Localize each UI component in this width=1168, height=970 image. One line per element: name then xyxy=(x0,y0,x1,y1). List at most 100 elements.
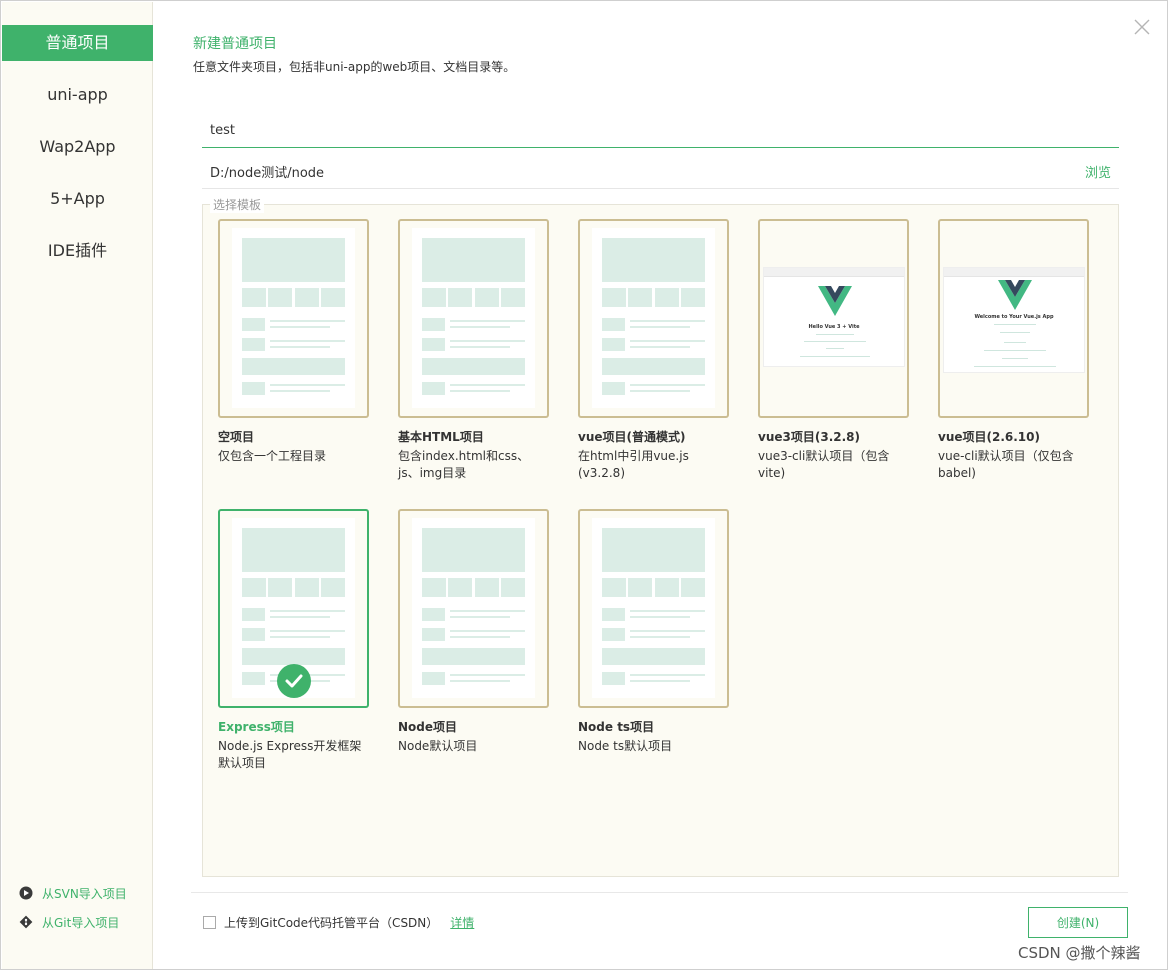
browser-bar xyxy=(764,268,904,277)
template-thumbnail: Welcome to Your Vue.js App xyxy=(938,219,1089,418)
thumbnail-block xyxy=(422,382,445,395)
vue-screenshot-text-line xyxy=(804,341,866,342)
sidebar-item-ide-plugin[interactable]: IDE插件 xyxy=(2,233,153,269)
new-project-dialog: 普通项目 uni-app Wap2App 5+App IDE插件 从SVN导入项… xyxy=(0,0,1168,970)
thumbnail-line xyxy=(270,340,345,342)
template-card-vue-normal[interactable]: vue项目(普通模式) 在html中引用vue.js (v3.2.8) xyxy=(578,219,729,482)
template-thumbnail xyxy=(578,219,729,418)
vue-screenshot-thumbnail: Welcome to Your Vue.js App xyxy=(943,267,1085,373)
template-card-express[interactable]: Express项目 Node.js Express开发框架默认项目 xyxy=(218,509,369,772)
thumbnail-line xyxy=(450,630,525,632)
thumbnail-block xyxy=(242,608,265,621)
thumbnail-line xyxy=(630,340,705,342)
thumbnail-block xyxy=(321,578,345,597)
template-card-node[interactable]: Node项目 Node默认项目 xyxy=(398,509,549,755)
close-icon[interactable] xyxy=(1133,18,1151,36)
thumbnail-block xyxy=(628,578,652,597)
thumbnail-block xyxy=(602,238,705,282)
thumbnail-block xyxy=(242,318,265,331)
template-thumbnail xyxy=(398,509,549,708)
thumbnail-line xyxy=(630,346,690,348)
thumbnail-block xyxy=(422,648,525,665)
thumbnail-line xyxy=(630,326,690,328)
thumbnail-line xyxy=(630,390,690,392)
vue-screenshot-text-line xyxy=(1004,342,1026,343)
upload-checkbox[interactable] xyxy=(203,916,216,929)
thumbnail-block xyxy=(475,578,499,597)
thumbnail-line xyxy=(450,390,510,392)
vue-screenshot-thumbnail: Hello Vue 3 + Vite xyxy=(763,267,905,367)
browser-bar xyxy=(944,268,1084,277)
thumbnail-block xyxy=(422,608,445,621)
project-name-input[interactable] xyxy=(202,114,1119,148)
thumbnail-block xyxy=(422,318,445,331)
thumbnail-block xyxy=(268,288,292,307)
sidebar-item-normal-project[interactable]: 普通项目 xyxy=(2,25,153,61)
thumbnail-block xyxy=(422,358,525,375)
thumbnail-line xyxy=(270,384,345,386)
vue-screenshot-text-line xyxy=(1002,358,1028,359)
thumbnail-block xyxy=(501,288,525,307)
vue-logo-icon xyxy=(818,286,852,316)
template-thumbnail xyxy=(578,509,729,708)
watermark-text: CSDN @撒个辣酱 xyxy=(1018,944,1141,962)
thumbnail-block xyxy=(602,382,625,395)
thumbnail-block xyxy=(242,358,345,375)
sidebar-item-wap2app[interactable]: Wap2App xyxy=(2,129,153,165)
sidebar-list: 普通项目 uni-app Wap2App 5+App IDE插件 xyxy=(2,25,153,285)
template-card-node-ts[interactable]: Node ts项目 Node ts默认项目 xyxy=(578,509,729,755)
thumbnail-block xyxy=(602,578,626,597)
vue-screenshot-text-line xyxy=(974,366,1056,367)
thumbnail-block xyxy=(448,578,472,597)
selected-check-icon xyxy=(277,664,311,698)
thumbnail-block xyxy=(242,288,266,307)
template-name: 空项目 xyxy=(218,430,255,444)
thumbnail-block xyxy=(242,578,266,597)
thumbnail-block xyxy=(242,648,345,665)
template-thumbnail-paper xyxy=(592,518,715,698)
template-name: 基本HTML项目 xyxy=(398,430,484,444)
thumbnail-block xyxy=(602,648,705,665)
thumbnail-line xyxy=(630,320,705,322)
project-path-field[interactable]: D:/node测试/node 浏览 xyxy=(202,155,1119,189)
template-card-vue2[interactable]: Welcome to Your Vue.js App vue项目(2.6.10) v… xyxy=(938,219,1089,482)
vue-screenshot-title: Welcome to Your Vue.js App xyxy=(974,314,1054,320)
thumbnail-block xyxy=(681,578,705,597)
template-card-empty[interactable]: 空项目 仅包含一个工程目录 xyxy=(218,219,369,465)
template-card-vue3[interactable]: Hello Vue 3 + Vite vue3项目(3.2.8) vue3-cli默… xyxy=(758,219,909,482)
upload-option: 上传到GitCode代码托管平台（CSDN） 详情 xyxy=(203,914,474,931)
thumbnail-line xyxy=(270,636,330,638)
thumbnail-line xyxy=(450,680,510,682)
template-name: vue3项目(3.2.8) xyxy=(758,430,860,444)
thumbnail-block xyxy=(422,288,446,307)
vue-screenshot-title: Hello Vue 3 + Vite xyxy=(808,324,860,330)
sidebar-import-links: 从SVN导入项目 从Git导入项目 xyxy=(19,883,127,941)
template-card-basic-html[interactable]: 基本HTML项目 包含index.html和css、js、img目录 xyxy=(398,219,549,482)
detail-link[interactable]: 详情 xyxy=(450,914,474,931)
upload-label: 上传到GitCode代码托管平台（CSDN） xyxy=(224,916,439,930)
thumbnail-block xyxy=(602,528,705,572)
browse-button[interactable]: 浏览 xyxy=(1085,162,1111,181)
thumbnail-line xyxy=(450,610,525,612)
template-thumbnail xyxy=(398,219,549,418)
import-svn-link[interactable]: 从SVN导入项目 xyxy=(19,883,127,903)
vue-screenshot-text-line xyxy=(994,324,1036,325)
template-thumbnail-paper xyxy=(232,228,355,408)
thumbnail-block xyxy=(681,288,705,307)
thumbnail-block xyxy=(602,628,625,641)
import-git-link[interactable]: 从Git导入项目 xyxy=(19,912,127,932)
sidebar-item-uni-app[interactable]: uni-app xyxy=(2,77,153,113)
thumbnail-line xyxy=(450,674,525,676)
template-description: vue-cli默认项目（仅包含babel) xyxy=(938,449,1074,480)
sidebar-item-5plus-app[interactable]: 5+App xyxy=(2,181,153,217)
thumbnail-block xyxy=(422,578,446,597)
thumbnail-block xyxy=(602,338,625,351)
create-button[interactable]: 创建(N) xyxy=(1028,907,1128,938)
thumbnail-block xyxy=(422,238,525,282)
project-path-text: D:/node测试/node xyxy=(210,166,325,181)
thumbnail-block xyxy=(422,628,445,641)
thumbnail-block xyxy=(242,382,265,395)
thumbnail-line xyxy=(270,320,345,322)
vue-screenshot-text-line xyxy=(1000,332,1030,333)
thumbnail-block xyxy=(268,578,292,597)
